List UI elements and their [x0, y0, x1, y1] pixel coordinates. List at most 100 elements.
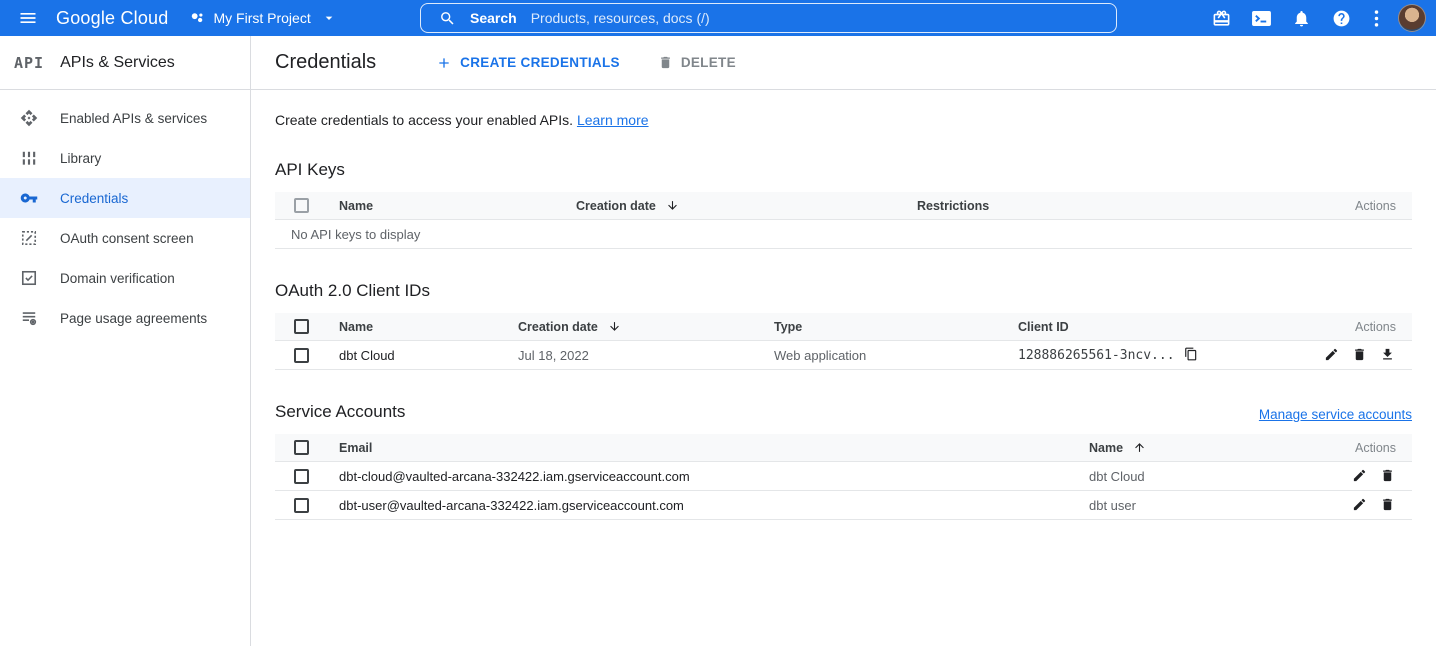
sidebar-title: APIs & Services — [60, 54, 175, 72]
row-checkbox[interactable] — [294, 469, 309, 484]
gift-icon[interactable] — [1205, 0, 1238, 36]
delete-icon[interactable] — [1380, 468, 1396, 484]
sidebar-item-domain-verification[interactable]: Domain verification — [0, 258, 250, 298]
service-account-name: dbt user — [1073, 498, 1311, 513]
hamburger-menu-icon[interactable] — [0, 0, 56, 36]
col-name: Name — [323, 199, 560, 213]
download-icon[interactable] — [1380, 347, 1396, 363]
col-name: Name — [323, 320, 502, 334]
col-email: Email — [323, 441, 1073, 455]
topbar-actions — [1205, 0, 1426, 36]
search-icon — [439, 10, 456, 27]
page-toolbar: Credentials CREATE CREDENTIALS DELETE — [251, 36, 1436, 90]
oauth-client-type: Web application — [758, 348, 1002, 363]
col-type: Type — [758, 320, 1002, 334]
row-checkbox[interactable] — [294, 348, 309, 363]
api-keys-empty-message: No API keys to display — [275, 220, 1412, 249]
oauth-client-name: dbt Cloud — [323, 348, 502, 363]
search-label: Search — [470, 10, 517, 26]
sidebar-header: API APIs & Services — [0, 36, 250, 90]
col-actions: Actions — [1272, 320, 1412, 334]
key-icon — [20, 189, 38, 207]
sidebar: API APIs & Services Enabled APIs & servi… — [0, 36, 251, 646]
cloud-shell-icon[interactable] — [1245, 0, 1278, 36]
select-all-checkbox[interactable] — [294, 319, 309, 334]
help-icon[interactable] — [1325, 0, 1358, 36]
oauth-client-creation-date: Jul 18, 2022 — [502, 348, 758, 363]
sidebar-item-label: Credentials — [60, 191, 128, 206]
sidebar-nav: Enabled APIs & services Library Credenti… — [0, 90, 250, 338]
delete-icon[interactable] — [1380, 497, 1396, 513]
sidebar-item-label: Enabled APIs & services — [60, 111, 207, 126]
edit-icon[interactable] — [1324, 347, 1340, 363]
service-accounts-title: Service Accounts — [275, 402, 405, 422]
sidebar-item-label: Library — [60, 151, 101, 166]
edit-icon[interactable] — [1352, 497, 1368, 513]
library-icon — [20, 149, 38, 167]
oauth-clients-title: OAuth 2.0 Client IDs — [275, 281, 1412, 301]
google-cloud-logo[interactable]: Google Cloud — [56, 8, 168, 29]
table-row: dbt-cloud@vaulted-arcana-332422.iam.gser… — [275, 462, 1412, 491]
sidebar-item-label: Page usage agreements — [60, 311, 207, 326]
api-keys-table: Name Creation date Restrictions Actions … — [275, 192, 1412, 249]
copy-icon[interactable] — [1184, 347, 1200, 363]
sort-desc-icon — [666, 199, 679, 212]
sort-desc-icon — [608, 320, 621, 333]
project-icon — [190, 11, 205, 26]
delete-button[interactable]: DELETE — [658, 55, 736, 70]
col-creation-date[interactable]: Creation date — [502, 320, 758, 334]
service-account-email: dbt-user@vaulted-arcana-332422.iam.gserv… — [323, 498, 1073, 513]
api-logo: API — [14, 54, 44, 72]
sidebar-item-page-usage[interactable]: Page usage agreements — [0, 298, 250, 338]
project-selector[interactable]: My First Project — [190, 10, 336, 26]
col-creation-date[interactable]: Creation date — [560, 199, 901, 213]
service-account-email: dbt-cloud@vaulted-arcana-332422.iam.gser… — [323, 469, 1073, 484]
sidebar-item-label: OAuth consent screen — [60, 231, 194, 246]
page-title: Credentials — [275, 51, 376, 74]
api-keys-title: API Keys — [275, 160, 1412, 180]
search-input[interactable]: Search Products, resources, docs (/) — [420, 3, 1117, 33]
trash-icon — [658, 55, 673, 70]
sidebar-item-enabled-apis[interactable]: Enabled APIs & services — [0, 98, 250, 138]
service-account-name: dbt Cloud — [1073, 469, 1311, 484]
col-name[interactable]: Name — [1073, 441, 1311, 455]
manage-service-accounts-link[interactable]: Manage service accounts — [1259, 407, 1412, 422]
service-accounts-table: Email Name Actions dbt-cloud@vaulted-arc… — [275, 434, 1412, 520]
table-row: dbt Cloud Jul 18, 2022 Web application 1… — [275, 341, 1412, 370]
more-options-icon[interactable] — [1365, 0, 1387, 36]
sidebar-item-credentials[interactable]: Credentials — [0, 178, 250, 218]
search-placeholder: Products, resources, docs (/) — [531, 10, 710, 26]
enabled-apis-icon — [20, 109, 38, 127]
col-actions: Actions — [1259, 199, 1412, 213]
create-credentials-button[interactable]: CREATE CREDENTIALS — [436, 55, 620, 71]
domain-verification-icon — [20, 269, 38, 287]
row-actions — [1311, 497, 1412, 513]
user-avatar[interactable] — [1398, 4, 1426, 32]
plus-icon — [436, 55, 452, 71]
oauth-clients-table: Name Creation date Type Client ID Action… — [275, 313, 1412, 370]
sidebar-item-library[interactable]: Library — [0, 138, 250, 178]
table-row: dbt-user@vaulted-arcana-332422.iam.gserv… — [275, 491, 1412, 520]
oauth-consent-icon — [20, 229, 38, 247]
page-usage-agreements-icon — [20, 309, 38, 327]
row-actions — [1272, 347, 1412, 363]
intro-text: Create credentials to access your enable… — [275, 112, 1412, 128]
project-name: My First Project — [213, 10, 310, 26]
edit-icon[interactable] — [1352, 468, 1368, 484]
row-actions — [1311, 468, 1412, 484]
col-restrictions: Restrictions — [901, 199, 1259, 213]
chevron-down-icon — [321, 10, 337, 26]
oauth-client-id: 128886265561-3ncv... — [1002, 347, 1272, 363]
sidebar-item-oauth-consent[interactable]: OAuth consent screen — [0, 218, 250, 258]
col-client-id: Client ID — [1002, 320, 1272, 334]
select-all-checkbox[interactable] — [294, 198, 309, 213]
col-actions: Actions — [1311, 441, 1412, 455]
delete-icon[interactable] — [1352, 347, 1368, 363]
learn-more-link[interactable]: Learn more — [577, 112, 649, 128]
sort-asc-icon — [1133, 441, 1146, 454]
topbar: Google Cloud My First Project Search Pro… — [0, 0, 1436, 36]
row-checkbox[interactable] — [294, 498, 309, 513]
select-all-checkbox[interactable] — [294, 440, 309, 455]
notifications-bell-icon[interactable] — [1285, 0, 1318, 36]
main-content: Credentials CREATE CREDENTIALS DELETE Cr… — [251, 36, 1436, 646]
